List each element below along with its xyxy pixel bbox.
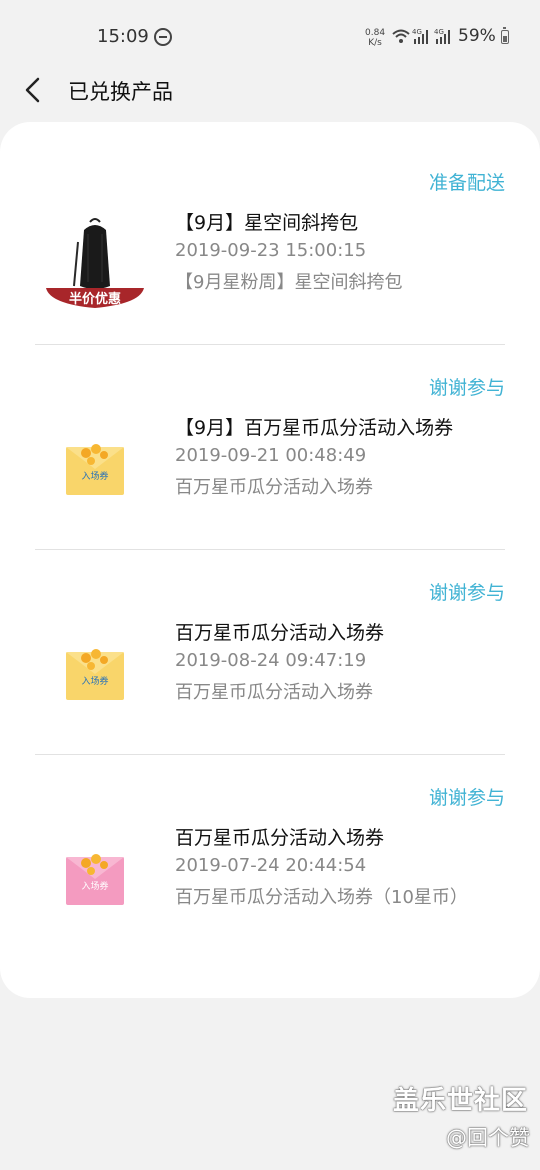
thumbnail-badge: 入场券 — [81, 880, 108, 892]
ticket-thumbnail: 入场券 — [66, 444, 124, 495]
redeemed-products-list: 准备配送 半价优惠 【9月】星空间斜挎包 2019-09-23 15:00:15… — [0, 122, 540, 998]
delivery-status: 准备配送 — [428, 172, 505, 194]
cellular-signal-2-icon: 4G — [434, 28, 450, 44]
product-description: 百万星币瓜分活动入场券 — [175, 477, 373, 498]
product-name: 百万星币瓜分活动入场券 — [175, 622, 385, 644]
watermark-title: 盖乐世社区 — [392, 1086, 528, 1116]
page-title: 已兑换产品 — [68, 80, 173, 104]
battery-icon — [501, 27, 509, 44]
wifi-icon — [392, 29, 410, 43]
network-speed-value: 0.84 — [365, 28, 386, 38]
list-item[interactable]: 准备配送 半价优惠 【9月】星空间斜挎包 2019-09-23 15:00:15… — [0, 122, 540, 327]
cellular-signal-1-icon: 4G — [412, 28, 428, 44]
delivery-status: 谢谢参与 — [428, 377, 505, 399]
redeem-date: 2019-09-23 15:00:15 — [175, 240, 367, 261]
network-speed: 0.84 K/s — [365, 28, 385, 48]
network-type-2: 4G — [434, 28, 444, 36]
thumbnail-badge: 入场券 — [81, 675, 108, 687]
thumbnail-badge: 半价优惠 — [69, 291, 121, 307]
battery-percentage: 59% — [458, 26, 496, 46]
product-description: 百万星币瓜分活动入场券（10星币） — [175, 887, 468, 908]
redeem-date: 2019-07-24 20:44:54 — [175, 855, 367, 876]
delivery-status: 谢谢参与 — [428, 582, 505, 604]
list-item[interactable]: 谢谢参与 入场券 百万星币瓜分活动入场券 2019-08-24 09:47:19… — [0, 532, 540, 737]
chevron-left-icon[interactable] — [22, 76, 46, 104]
thumbnail-badge: 入场券 — [81, 470, 108, 482]
product-name: 【9月】百万星币瓜分活动入场券 — [175, 417, 454, 439]
watermark-user: @回个赞 — [446, 1126, 530, 1150]
do-not-disturb-icon — [154, 28, 172, 46]
product-description: 【9月星粉周】星空间斜挎包 — [175, 272, 403, 293]
list-item[interactable]: 谢谢参与 入场券 百万星币瓜分活动入场券 2019-07-24 20:44:54… — [0, 737, 540, 942]
network-speed-unit: K/s — [368, 38, 382, 48]
status-time: 15:09 — [97, 26, 149, 47]
list-item[interactable]: 谢谢参与 入场券 【9月】百万星币瓜分活动入场券 2019-09-21 00:4… — [0, 327, 540, 532]
product-name: 百万星币瓜分活动入场券 — [175, 827, 385, 849]
ticket-thumbnail: 入场券 — [66, 854, 124, 905]
app-bar: 已兑换产品 — [0, 72, 540, 108]
product-name: 【9月】星空间斜挎包 — [175, 212, 359, 234]
product-description: 百万星币瓜分活动入场券 — [175, 682, 373, 703]
ticket-thumbnail: 入场券 — [66, 649, 124, 700]
network-type-1: 4G — [412, 28, 422, 36]
status-bar: 15:09 0.84 K/s 4G 4G 59% — [0, 0, 540, 72]
delivery-status: 谢谢参与 — [428, 787, 505, 809]
product-thumbnail-bag: 半价优惠 — [44, 212, 146, 312]
redeem-date: 2019-08-24 09:47:19 — [175, 650, 367, 671]
redeem-date: 2019-09-21 00:48:49 — [175, 445, 367, 466]
